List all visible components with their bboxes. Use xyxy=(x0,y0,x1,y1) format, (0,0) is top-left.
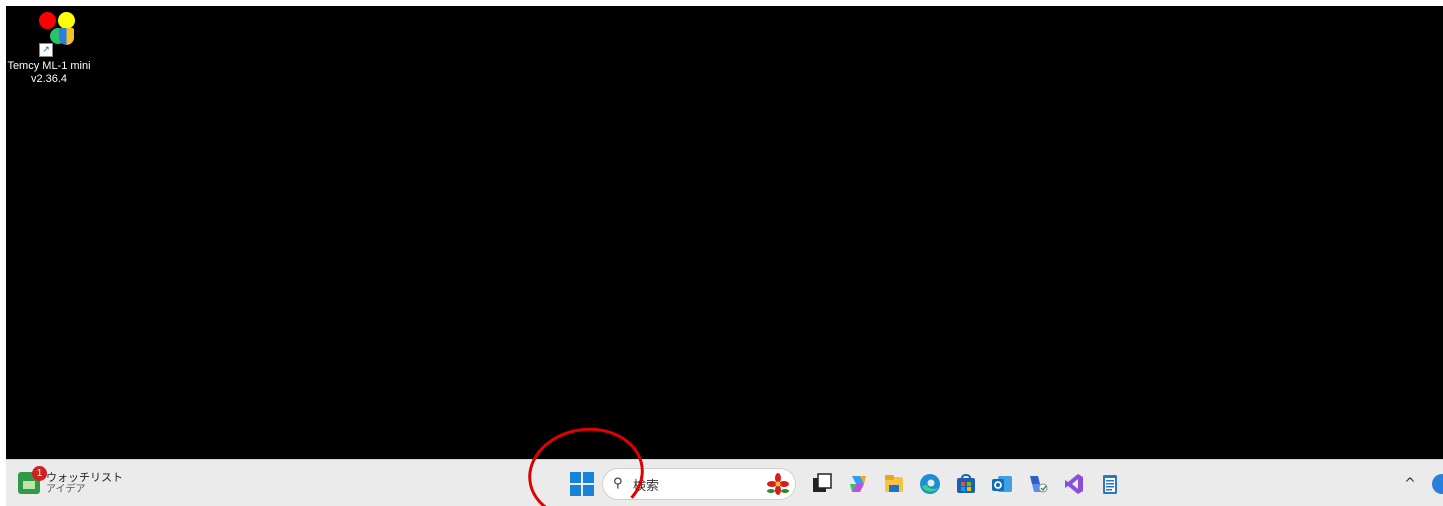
store-icon[interactable] xyxy=(954,472,978,496)
visual-studio-icon[interactable] xyxy=(1062,472,1086,496)
task-view-icon[interactable] xyxy=(810,472,834,496)
windows-logo-tile xyxy=(583,472,594,483)
poinsettia-icon xyxy=(767,473,789,495)
widgets-button[interactable]: 1 ウォッチリスト アイデア xyxy=(18,466,123,500)
desktop[interactable]: ↗ Temcy ML-1 mini v2.36.4 xyxy=(6,6,1443,459)
shortcut-version: v2.36.4 xyxy=(30,73,68,85)
show-hidden-icons-chevron-icon[interactable]: ^ xyxy=(1402,472,1418,496)
windows-logo-tile xyxy=(570,472,581,483)
yellow-dot xyxy=(58,12,75,29)
temcy-app-icon: ↗ xyxy=(25,12,75,60)
notification-badge: 1 xyxy=(32,466,47,481)
shortcut-arrow-icon: ↗ xyxy=(39,43,53,57)
outlook-icon[interactable] xyxy=(990,472,1014,496)
edge-icon[interactable] xyxy=(918,472,942,496)
taskbar-search-box[interactable]: ⚲ 検索 xyxy=(602,468,796,500)
copilot-icon[interactable] xyxy=(846,472,870,496)
tray-app-icon[interactable] xyxy=(1432,474,1443,494)
windows-logo-tile xyxy=(583,485,594,496)
shield-icon xyxy=(59,28,74,45)
notepad-icon[interactable] xyxy=(1098,472,1122,496)
taskbar: 1 ウォッチリスト アイデア ⚲ 検索 ^ xyxy=(6,459,1443,506)
widget-text: ウォッチリスト アイデア xyxy=(46,471,123,496)
widget-title: ウォッチリスト xyxy=(46,470,123,484)
watchlist-icon: 1 xyxy=(18,466,47,494)
file-explorer-icon[interactable] xyxy=(882,472,906,496)
widget-subtitle: アイデア xyxy=(46,483,86,495)
windows-logo-tile xyxy=(570,485,581,496)
search-icon: ⚲ xyxy=(613,476,623,491)
screen: ↗ Temcy ML-1 mini v2.36.4 1 ウォッチリスト アイデア… xyxy=(0,0,1443,506)
red-dot xyxy=(39,12,56,29)
shortcut-name: Temcy ML-1 mini xyxy=(7,60,91,72)
remote-desktop-icon[interactable] xyxy=(1026,472,1050,496)
desktop-shortcut-temcy[interactable]: ↗ Temcy ML-1 mini v2.36.4 xyxy=(6,6,92,106)
start-button[interactable] xyxy=(570,472,594,496)
search-placeholder: 検索 xyxy=(633,478,660,494)
